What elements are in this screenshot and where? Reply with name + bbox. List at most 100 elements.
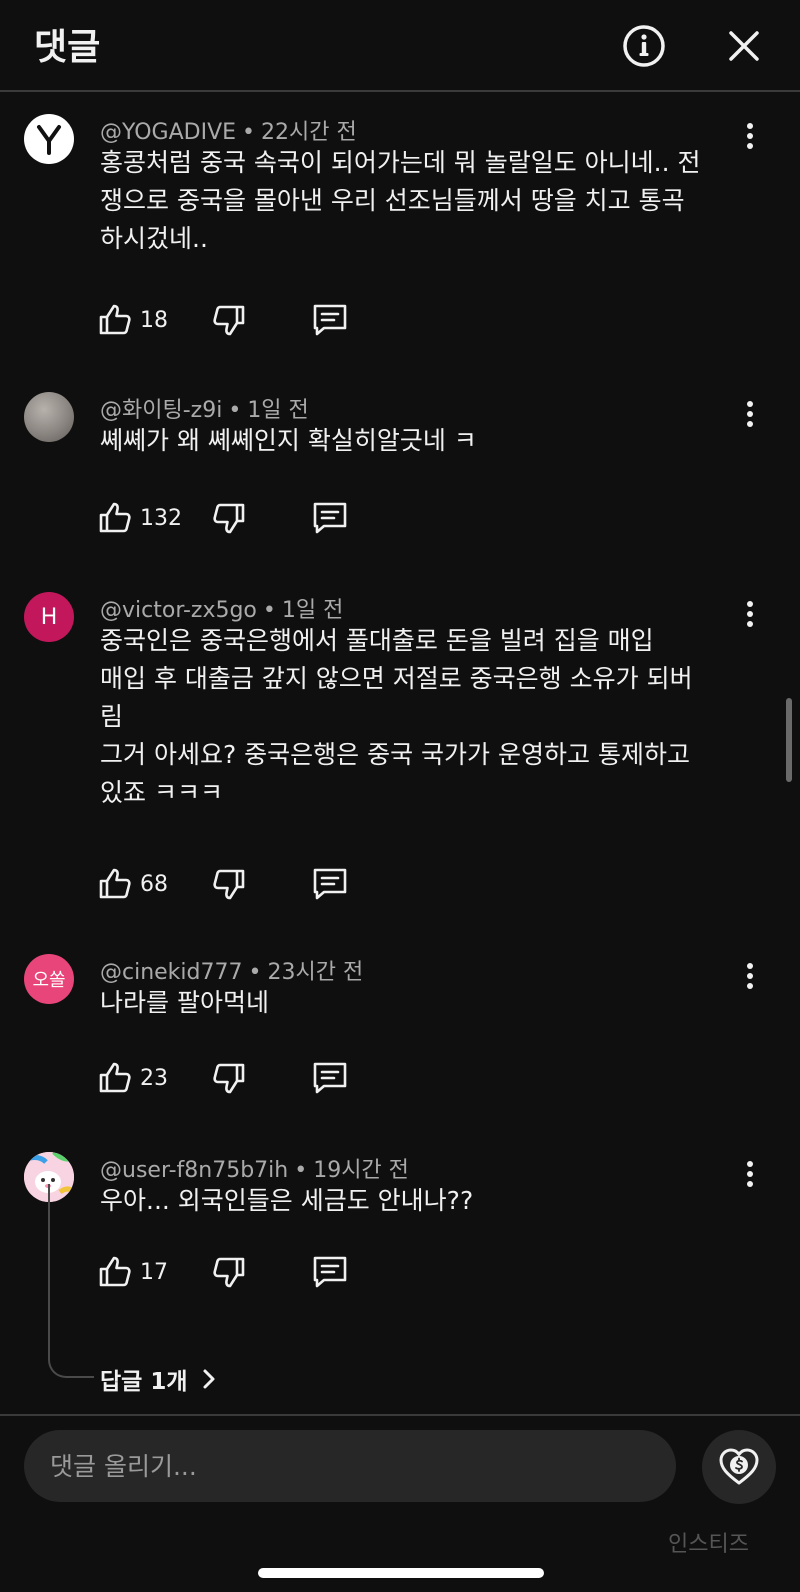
reply-button[interactable] xyxy=(310,298,350,342)
like-count: 132 xyxy=(140,505,182,531)
comment-author[interactable]: @YOGADIVE xyxy=(100,120,236,145)
avatar[interactable] xyxy=(24,114,74,164)
reply-button[interactable] xyxy=(310,496,350,540)
thumbs-up-icon xyxy=(99,868,131,899)
more-vertical-icon xyxy=(747,401,753,427)
super-thanks-button[interactable] xyxy=(702,1430,776,1504)
comment-meta: @화이팅-z9i • 1일 전 xyxy=(100,398,309,423)
comment-line: 우아... 외국인들은 세금도 안내나?? xyxy=(100,1186,474,1215)
avatar-letter: 오쏠 xyxy=(32,970,66,991)
dislike-button[interactable] xyxy=(210,496,250,540)
comment-time: 23시간 전 xyxy=(267,960,364,985)
yogadive-logo-icon xyxy=(37,125,61,155)
page-title: 댓글 xyxy=(34,27,101,68)
reply-button[interactable] xyxy=(310,1250,350,1294)
more-vertical-icon xyxy=(747,601,753,627)
thumbs-up-icon xyxy=(99,1062,131,1093)
dislike-button[interactable] xyxy=(210,862,250,906)
comment-actions: 132 xyxy=(96,496,396,540)
more-options-button[interactable] xyxy=(732,594,768,634)
comment-icon xyxy=(313,502,347,534)
comment-text: 쎼쎼가 왜 쎼쎼인지 확실히알긋네 ㅋ xyxy=(100,422,740,460)
reply-button[interactable] xyxy=(310,862,350,906)
thumbs-down-icon xyxy=(213,503,245,534)
comment-text: 나라를 팔아먹네 xyxy=(100,984,740,1022)
chevron-right-icon xyxy=(203,1369,214,1389)
heart-dollar-icon xyxy=(719,1448,759,1485)
more-vertical-icon xyxy=(747,123,753,149)
dislike-button[interactable] xyxy=(210,298,250,342)
thumbs-up-icon xyxy=(99,304,131,335)
comment-line: 쎼쎼가 왜 쎼쎼인지 확실히알긋네 ㅋ xyxy=(100,426,477,455)
comment-line: 하시겄네.. xyxy=(100,224,208,253)
avatar[interactable]: H xyxy=(24,592,74,642)
comment-text: 중국인은 중국은행에서 풀대출로 돈을 빌려 집을 매입 매입 후 대출금 갚지… xyxy=(100,622,740,812)
footer-divider xyxy=(0,1414,800,1416)
like-count: 23 xyxy=(140,1065,168,1091)
comment-actions: 23 xyxy=(96,1056,396,1100)
comment-time: 1일 전 xyxy=(281,598,344,623)
thumbs-down-icon xyxy=(213,869,245,900)
comment-icon xyxy=(313,868,347,900)
more-options-button[interactable] xyxy=(732,394,768,434)
like-button[interactable]: 68 xyxy=(96,862,168,906)
comment-input[interactable] xyxy=(24,1430,676,1502)
comment-time: 22시간 전 xyxy=(261,120,357,145)
watermark: 인스티즈 xyxy=(668,1532,749,1557)
comment-icon xyxy=(313,1062,347,1094)
more-vertical-icon xyxy=(747,1161,753,1187)
comment-actions: 17 xyxy=(96,1250,396,1294)
comment-icon xyxy=(313,1256,347,1288)
home-indicator[interactable] xyxy=(258,1568,544,1578)
header: 댓글 xyxy=(0,0,800,92)
comment-author[interactable]: @user-f8n75b7ih xyxy=(100,1158,288,1183)
comment-line: 있죠 ㅋㅋㅋ xyxy=(100,778,223,807)
comment-text: 우아... 외국인들은 세금도 안내나?? xyxy=(100,1182,740,1220)
comment-author[interactable]: @화이팅-z9i xyxy=(100,398,222,423)
scrollbar[interactable] xyxy=(786,698,792,782)
comment-line: 홍콩처럼 중국 속국이 되어가는데 뭐 놀랄일도 아니네.. 전 xyxy=(100,148,701,177)
comment-meta: @cinekid777 • 23시간 전 xyxy=(100,960,364,985)
comment-icon xyxy=(313,304,347,336)
info-button[interactable] xyxy=(620,22,668,70)
comment-time: 19시간 전 xyxy=(313,1158,409,1183)
comment-line: 중국인은 중국은행에서 풀대출로 돈을 빌려 집을 매입 xyxy=(100,626,654,655)
comment-actions: 68 xyxy=(96,862,396,906)
more-options-button[interactable] xyxy=(732,1154,768,1194)
comment-author[interactable]: @cinekid777 xyxy=(100,960,243,985)
more-vertical-icon xyxy=(747,963,753,989)
like-button[interactable]: 132 xyxy=(96,496,182,540)
thumbs-up-icon xyxy=(99,502,131,533)
info-circle-icon xyxy=(623,25,665,67)
more-options-button[interactable] xyxy=(732,116,768,156)
thumbs-down-icon xyxy=(213,1063,245,1094)
comment-line: 림 xyxy=(100,702,124,731)
more-options-button[interactable] xyxy=(732,956,768,996)
avatar[interactable]: 오쏠 xyxy=(24,954,74,1004)
thumbs-down-icon xyxy=(213,1257,245,1288)
comment-meta: @user-f8n75b7ih • 19시간 전 xyxy=(100,1158,409,1183)
view-replies-label: 답글 1개 xyxy=(100,1369,188,1395)
like-count: 18 xyxy=(140,307,168,333)
comment-text: 홍콩처럼 중국 속국이 되어가는데 뭐 놀랄일도 아니네.. 전 쟁으로 중국을… xyxy=(100,144,740,258)
comment-meta: @YOGADIVE • 22시간 전 xyxy=(100,120,357,145)
dislike-button[interactable] xyxy=(210,1250,250,1294)
reply-button[interactable] xyxy=(310,1056,350,1100)
close-button[interactable] xyxy=(720,22,768,70)
thumbs-up-icon xyxy=(99,1256,131,1287)
like-count: 17 xyxy=(140,1259,168,1285)
like-button[interactable]: 23 xyxy=(96,1056,168,1100)
thread-connector xyxy=(48,1184,94,1378)
view-replies-button[interactable]: 답글 1개 xyxy=(100,1362,222,1396)
like-button[interactable]: 17 xyxy=(96,1250,168,1294)
comment-author[interactable]: @victor-zx5go xyxy=(100,598,257,623)
thumbs-down-icon xyxy=(213,305,245,336)
avatar[interactable] xyxy=(24,392,74,442)
dislike-button[interactable] xyxy=(210,1056,250,1100)
close-icon xyxy=(729,31,759,61)
like-count: 68 xyxy=(140,871,168,897)
like-button[interactable]: 18 xyxy=(96,298,168,342)
comment-line: 나라를 팔아먹네 xyxy=(100,988,269,1017)
comment-time: 1일 전 xyxy=(247,398,309,423)
comment-line: 쟁으로 중국을 몰아낸 우리 선조님들께서 땅을 치고 통곡 xyxy=(100,186,685,215)
